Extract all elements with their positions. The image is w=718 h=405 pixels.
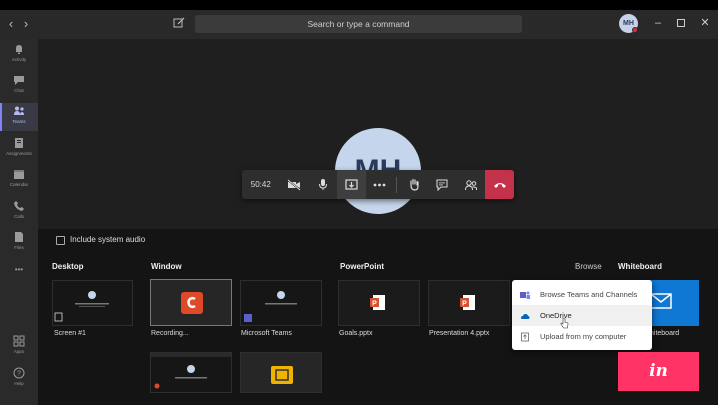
teams-icon	[520, 291, 530, 299]
window-thumbnail-app[interactable]	[240, 352, 322, 393]
browser-preview-icon	[151, 353, 231, 392]
menu-item-label: Upload from my computer	[540, 332, 627, 341]
people-icon	[464, 179, 477, 190]
chat-icon	[14, 76, 24, 85]
whiteboard-caption: hiteboard	[650, 330, 680, 337]
close-icon[interactable]: ✕	[698, 16, 712, 30]
powerpoint-thumbnail-goals[interactable]: P	[338, 280, 420, 326]
upload-icon	[521, 332, 529, 341]
window-thumbnail-recording[interactable]	[150, 279, 232, 326]
sidebar-item-activity[interactable]: Activity	[0, 41, 38, 69]
ellipsis-icon	[374, 183, 386, 186]
browse-button[interactable]: Browse	[575, 262, 602, 271]
teams-icon	[14, 106, 24, 115]
assignments-icon	[15, 138, 23, 148]
chat-bubble-icon	[436, 179, 448, 191]
hang-up-icon	[493, 182, 506, 188]
menu-item-browse-teams[interactable]: Browse Teams and Channels	[512, 284, 652, 305]
participants-button[interactable]	[457, 170, 486, 199]
maximize-icon[interactable]	[674, 16, 688, 30]
raise-hand-button[interactable]	[399, 170, 428, 199]
more-apps-button[interactable]: •••	[0, 265, 38, 279]
menu-item-upload[interactable]: Upload from my computer	[512, 326, 652, 347]
section-window: Window	[151, 262, 182, 271]
calendar-icon	[14, 170, 24, 179]
phone-icon	[14, 201, 24, 211]
sidebar-item-label: Calendar	[9, 182, 29, 187]
apps-icon	[13, 335, 25, 347]
sidebar-item-apps[interactable]: Apps	[0, 333, 38, 361]
sidebar-item-calls[interactable]: Calls	[0, 198, 38, 226]
window-caption-recording: Recording...	[151, 330, 189, 337]
section-whiteboard: Whiteboard	[618, 262, 662, 271]
powerpoint-caption-goals: Goals.pptx	[339, 330, 373, 337]
microphone-icon	[318, 179, 327, 190]
sidebar-item-assignments[interactable]: Assignments	[0, 135, 38, 163]
sidebar-item-chat[interactable]: Chat	[0, 72, 38, 100]
app-window-icon	[271, 366, 293, 384]
camera-toggle-button[interactable]	[280, 170, 309, 199]
include-audio-checkbox[interactable]	[56, 236, 65, 245]
sidebar-item-label: Teams	[12, 119, 26, 124]
onedrive-icon	[521, 313, 530, 319]
status-dot	[632, 27, 638, 33]
desktop-thumbnail[interactable]	[52, 280, 133, 326]
minimize-icon[interactable]: –	[651, 16, 665, 30]
pptx-file-icon: P	[370, 295, 385, 310]
invision-app-tile[interactable]: in	[618, 352, 699, 391]
window-caption-teams: Microsoft Teams	[241, 330, 292, 337]
section-powerpoint: PowerPoint	[340, 262, 385, 271]
chevron-right-icon[interactable]: ›	[19, 16, 33, 32]
sidebar-item-label: Assignments	[6, 151, 32, 156]
hand-cursor-icon	[560, 318, 569, 329]
browse-menu: Browse Teams and Channels OneDrive Uploa…	[512, 280, 652, 350]
sidebar-item-label: Calls	[13, 214, 24, 219]
help-icon: ?	[13, 367, 25, 379]
active-indicator	[0, 103, 2, 131]
chat-toggle-button[interactable]	[428, 170, 457, 199]
share-button[interactable]	[336, 170, 366, 199]
window-thumbnail-browser[interactable]	[150, 352, 232, 393]
app-bar: Activity Chat Teams Assignments Calendar…	[0, 39, 38, 405]
section-desktop: Desktop	[52, 262, 84, 271]
sidebar-item-label: Apps	[13, 349, 25, 354]
menu-item-label: Browse Teams and Channels	[540, 290, 638, 299]
sidebar-item-teams[interactable]: Teams	[0, 103, 38, 131]
share-tray-icon	[345, 178, 358, 190]
bell-icon	[16, 45, 22, 54]
search-input[interactable]: Search or type a command	[195, 15, 522, 33]
sidebar-item-label: Help	[14, 381, 24, 386]
more-actions-button[interactable]	[366, 170, 395, 199]
file-icon	[15, 232, 23, 242]
hang-up-button[interactable]	[485, 170, 514, 199]
sidebar-item-label: Files	[14, 245, 24, 250]
powerpoint-thumbnail-presentation[interactable]: P	[428, 280, 510, 326]
call-controls: 50:42	[242, 170, 514, 199]
powerpoint-caption-presentation: Presentation 4.pptx	[429, 330, 490, 337]
top-black-strip	[0, 0, 718, 10]
desktop-caption: Screen #1	[54, 330, 86, 337]
svg-text:P: P	[372, 301, 377, 308]
screen-preview-icon	[53, 281, 132, 325]
hand-icon	[409, 178, 419, 191]
sidebar-item-help[interactable]: ? Help	[0, 365, 38, 393]
teams-preview-icon	[241, 281, 321, 325]
sidebar-item-calendar[interactable]: Calendar	[0, 166, 38, 194]
pptx-file-icon: P	[460, 295, 475, 310]
call-timer: 50:42	[250, 180, 271, 189]
mic-toggle-button[interactable]	[308, 170, 337, 199]
svg-text:?: ?	[17, 371, 21, 378]
sidebar-item-label: Activity	[11, 57, 27, 62]
window-thumbnail-teams[interactable]	[240, 280, 322, 326]
recording-app-icon	[181, 292, 203, 314]
menu-item-onedrive[interactable]: OneDrive	[512, 305, 652, 326]
divider	[396, 176, 398, 193]
compose-icon[interactable]	[172, 15, 186, 31]
video-off-icon	[287, 178, 301, 191]
chevron-left-icon[interactable]: ‹	[4, 16, 18, 32]
sidebar-item-files[interactable]: Files	[0, 229, 38, 257]
include-audio-label: Include system audio	[70, 235, 146, 244]
sidebar-item-label: Chat	[14, 88, 24, 93]
svg-text:P: P	[462, 301, 467, 308]
